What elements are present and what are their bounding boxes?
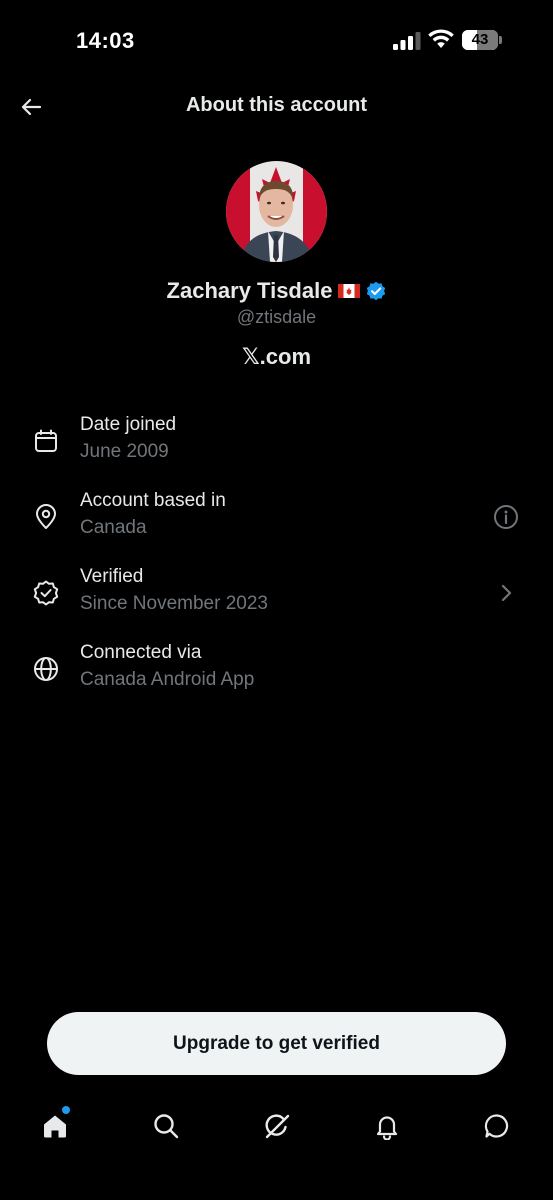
bottom-nav	[0, 1100, 553, 1160]
info-subtitle: Canada	[80, 517, 147, 538]
profile-handle: @ztisdale	[236, 307, 317, 327]
profile-name: Zachary Tisdale	[166, 278, 333, 303]
grok-icon	[265, 1114, 290, 1139]
verified-outline-icon	[31, 578, 61, 608]
search-icon	[154, 1114, 179, 1139]
avatar[interactable]	[226, 161, 327, 262]
top-bar: About this account	[0, 80, 553, 132]
notifications-bell-icon	[376, 1116, 398, 1140]
nav-messages[interactable]	[479, 1108, 515, 1144]
info-title: Date joined	[80, 414, 177, 435]
status-bar: 14:03 43	[0, 0, 553, 80]
info-title: Verified	[80, 566, 144, 587]
notification-dot	[62, 1106, 70, 1114]
profile-photo	[226, 161, 327, 262]
nav-grok[interactable]	[259, 1108, 295, 1144]
battery-level-text: 43	[471, 31, 489, 48]
info-subtitle: Canada Android App	[80, 669, 255, 690]
info-title: Connected via	[80, 642, 202, 663]
messages-icon	[484, 1114, 509, 1138]
info-row-verified[interactable]: Verified Since November 2023	[0, 566, 553, 626]
canada-flag-icon	[338, 284, 361, 298]
nav-search[interactable]	[148, 1108, 184, 1144]
site-label: 𝕏.com	[241, 344, 312, 369]
info-subtitle: June 2009	[80, 441, 169, 462]
cellular-signal-icon	[393, 32, 421, 50]
info-title: Account based in	[80, 490, 226, 511]
globe-icon	[31, 654, 61, 684]
info-icon[interactable]	[491, 502, 521, 532]
upgrade-button[interactable]: Upgrade to get verified	[47, 1012, 506, 1075]
info-row-connected-via: Connected via Canada Android App	[0, 642, 553, 702]
profile-name-row: Zachary Tisdale	[0, 278, 553, 304]
page-title: About this account	[185, 94, 368, 116]
battery-indicator: 43	[462, 30, 502, 50]
info-row-account-based-in: Account based in Canada	[0, 490, 553, 550]
location-pin-icon	[31, 502, 61, 532]
home-icon	[44, 1115, 66, 1138]
status-time: 14:03	[76, 28, 135, 53]
info-row-date-joined: Date joined June 2009	[0, 414, 553, 474]
calendar-icon	[31, 426, 61, 456]
chevron-right-icon[interactable]	[491, 578, 521, 608]
wifi-icon	[428, 29, 454, 48]
nav-notifications[interactable]	[369, 1108, 405, 1144]
info-subtitle: Since November 2023	[80, 593, 268, 614]
verified-badge-icon[interactable]	[366, 281, 386, 301]
